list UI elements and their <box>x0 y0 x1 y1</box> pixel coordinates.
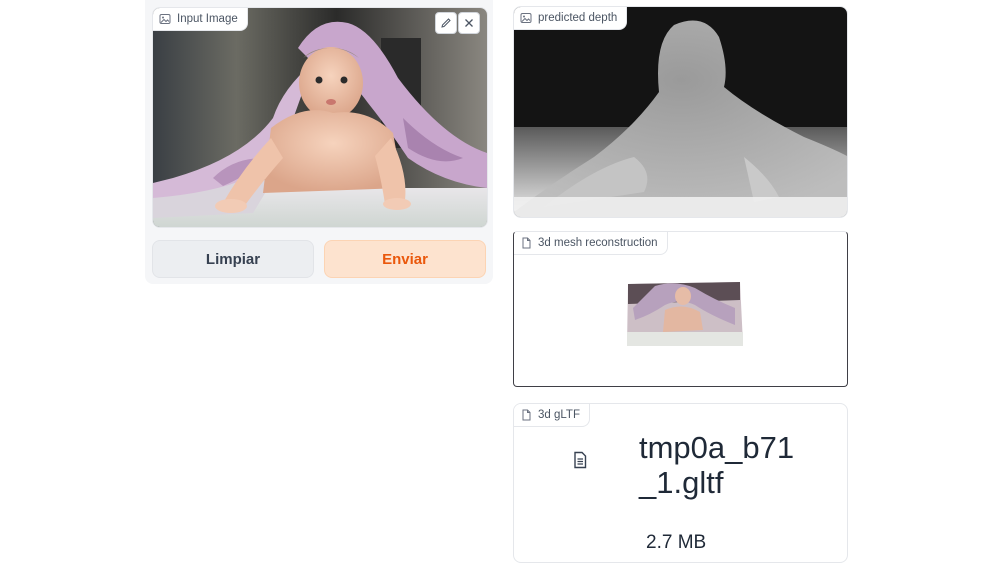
mesh-reconstruction-panel[interactable]: 3d mesh reconstruction <box>513 231 848 387</box>
baby-photo <box>153 8 487 227</box>
file-icon <box>522 409 531 421</box>
document-icon <box>574 451 587 469</box>
mesh-preview <box>627 282 743 346</box>
clear-image-button[interactable] <box>458 12 480 34</box>
image-icon <box>159 14 171 24</box>
input-column: Input Image Limpiar Enviar <box>145 0 493 284</box>
submit-button[interactable]: Enviar <box>324 240 486 278</box>
image-icon <box>520 13 532 23</box>
clear-button[interactable]: Limpiar <box>152 240 314 278</box>
predicted-depth-label: predicted depth <box>514 7 628 30</box>
predicted-depth-panel: predicted depth <box>513 6 848 218</box>
input-image-label: Input Image <box>153 8 248 31</box>
edit-icon <box>441 18 451 28</box>
file-size: 2.7 MB <box>646 532 707 553</box>
gltf-label-text: 3d gLTF <box>538 409 580 421</box>
predicted-depth-label-text: predicted depth <box>538 12 618 24</box>
mesh-reconstruction-label-text: 3d mesh reconstruction <box>538 237 658 249</box>
input-image-label-text: Input Image <box>177 13 238 25</box>
depth-map-image <box>514 7 847 217</box>
gltf-file-panel: 3d gLTF tmp0a_b71_1.gltf 2.7 MB <box>513 403 848 563</box>
gltf-label: 3d gLTF <box>514 404 590 427</box>
input-image-panel[interactable]: Input Image <box>152 7 488 228</box>
mesh-reconstruction-label: 3d mesh reconstruction <box>514 232 668 255</box>
file-icon <box>522 237 531 249</box>
file-name-link[interactable]: tmp0a_b71_1.gltf <box>639 430 809 500</box>
close-icon <box>465 19 473 27</box>
edit-button[interactable] <box>435 12 457 34</box>
